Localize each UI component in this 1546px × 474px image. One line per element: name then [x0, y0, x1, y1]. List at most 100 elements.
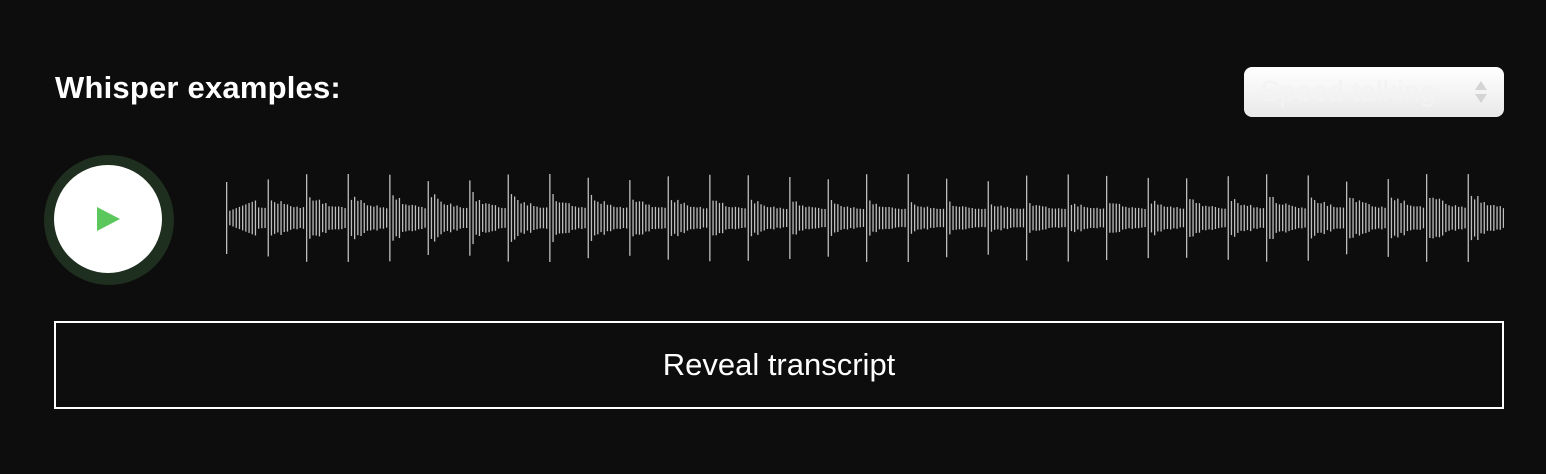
play-button[interactable]: [54, 165, 162, 273]
waveform-bar: [235, 208, 237, 228]
waveform-bar: [1250, 204, 1252, 232]
waveform-bar: [824, 209, 826, 228]
waveform-bar: [395, 199, 397, 237]
waveform-bar: [910, 202, 913, 234]
waveform-bar: [574, 206, 577, 230]
waveform-bar: [1438, 198, 1441, 238]
waveform-bar: [1176, 207, 1178, 229]
waveform-bar: [683, 202, 685, 234]
waveform-bar: [878, 206, 881, 230]
waveform-bar: [757, 201, 759, 235]
waveform-bar: [658, 207, 660, 229]
waveform-bar: [718, 203, 721, 234]
audio-waveform[interactable]: [226, 172, 1504, 264]
waveform-bar: [1333, 206, 1335, 230]
waveform-bar: [536, 206, 538, 230]
waveform-bar: [1317, 203, 1319, 233]
waveform-bar: [1067, 174, 1069, 262]
waveform-bar: [1061, 208, 1063, 228]
waveform-bar: [725, 206, 727, 230]
waveform-bar: [1205, 205, 1207, 231]
waveform-bar: [312, 200, 314, 236]
waveform-bar: [763, 205, 765, 231]
waveform-bar: [866, 174, 868, 262]
waveform-bar: [1237, 203, 1239, 233]
waveform-bar: [264, 207, 266, 228]
waveform-bar: [971, 208, 973, 228]
waveform-bar: [706, 208, 708, 228]
waveform-bar: [1096, 207, 1098, 229]
waveform-bar: [1150, 203, 1153, 233]
waveform-bar: [872, 204, 874, 232]
waveform-bar: [610, 204, 612, 232]
waveform-bar: [581, 207, 583, 229]
waveform-bar: [405, 204, 407, 232]
waveform-bar: [744, 208, 746, 228]
waveform-bar: [1080, 204, 1082, 232]
waveform-bar: [1157, 204, 1159, 232]
waveform-bar: [1397, 198, 1399, 238]
waveform-bar: [728, 207, 730, 229]
waveform-bar: [1026, 175, 1028, 261]
waveform-bar: [1138, 207, 1140, 229]
waveform-bar: [850, 207, 852, 228]
waveform-bar: [1390, 197, 1393, 239]
waveform-bar: [261, 207, 263, 229]
waveform-bar: [606, 204, 609, 232]
waveform-bar: [1269, 197, 1271, 239]
waveform-bar: [1326, 205, 1329, 231]
waveform-bar: [1038, 205, 1041, 231]
waveform-bar: [843, 207, 845, 229]
waveform-bar: [280, 201, 282, 235]
waveform-bar: [1115, 203, 1117, 233]
waveform-bar: [296, 206, 298, 230]
waveform-bar: [571, 206, 573, 230]
waveform-bar: [613, 206, 615, 230]
waveform-bar: [1122, 206, 1124, 230]
waveform-bar: [1323, 201, 1325, 235]
waveform-bar: [1410, 205, 1412, 231]
waveform-bar: [267, 179, 269, 257]
waveform-bar: [1451, 206, 1453, 230]
waveform-bar: [386, 208, 388, 228]
waveform-bar: [702, 208, 705, 228]
waveform-bar: [1182, 208, 1185, 228]
waveform-bar: [1493, 205, 1495, 231]
waveform-bar: [674, 202, 676, 234]
waveform-bar: [853, 207, 855, 229]
waveform-bar: [469, 180, 471, 256]
waveform-bar: [786, 209, 788, 227]
waveform-bar: [1285, 203, 1287, 233]
waveform-bar: [1109, 203, 1111, 233]
waveform-bar: [331, 206, 333, 230]
waveform-bar: [862, 209, 865, 227]
waveform-bar: [1432, 197, 1434, 239]
waveform-bar: [526, 205, 529, 231]
waveform-bar: [1282, 204, 1284, 232]
waveform-bar: [1346, 181, 1348, 255]
waveform-bar: [258, 207, 260, 229]
waveform-bar: [1278, 204, 1281, 232]
waveform-bar: [661, 207, 663, 229]
waveform-bar: [907, 174, 909, 262]
waveform-bar: [651, 207, 653, 229]
waveform-bar: [1294, 206, 1297, 230]
waveform-bar: [427, 181, 429, 255]
waveform-bar: [936, 208, 938, 228]
waveform-bar: [747, 175, 749, 261]
waveform-bar: [1394, 200, 1396, 236]
example-select[interactable]: Speed talking: [1244, 67, 1504, 117]
waveform-bar: [1134, 207, 1137, 229]
waveform-bar: [306, 174, 308, 262]
waveform-bar: [1371, 206, 1373, 230]
waveform-bar: [1454, 205, 1457, 231]
waveform-bar: [1419, 206, 1421, 230]
waveform-bar: [408, 205, 410, 231]
waveform-bar: [1416, 206, 1418, 230]
waveform-bar: [677, 199, 679, 237]
waveform-bar: [1307, 175, 1309, 261]
waveform-bar: [1490, 205, 1492, 231]
waveform-bar: [594, 200, 596, 236]
reveal-transcript-button[interactable]: Reveal transcript: [54, 321, 1504, 409]
waveform-bar: [1058, 208, 1060, 228]
